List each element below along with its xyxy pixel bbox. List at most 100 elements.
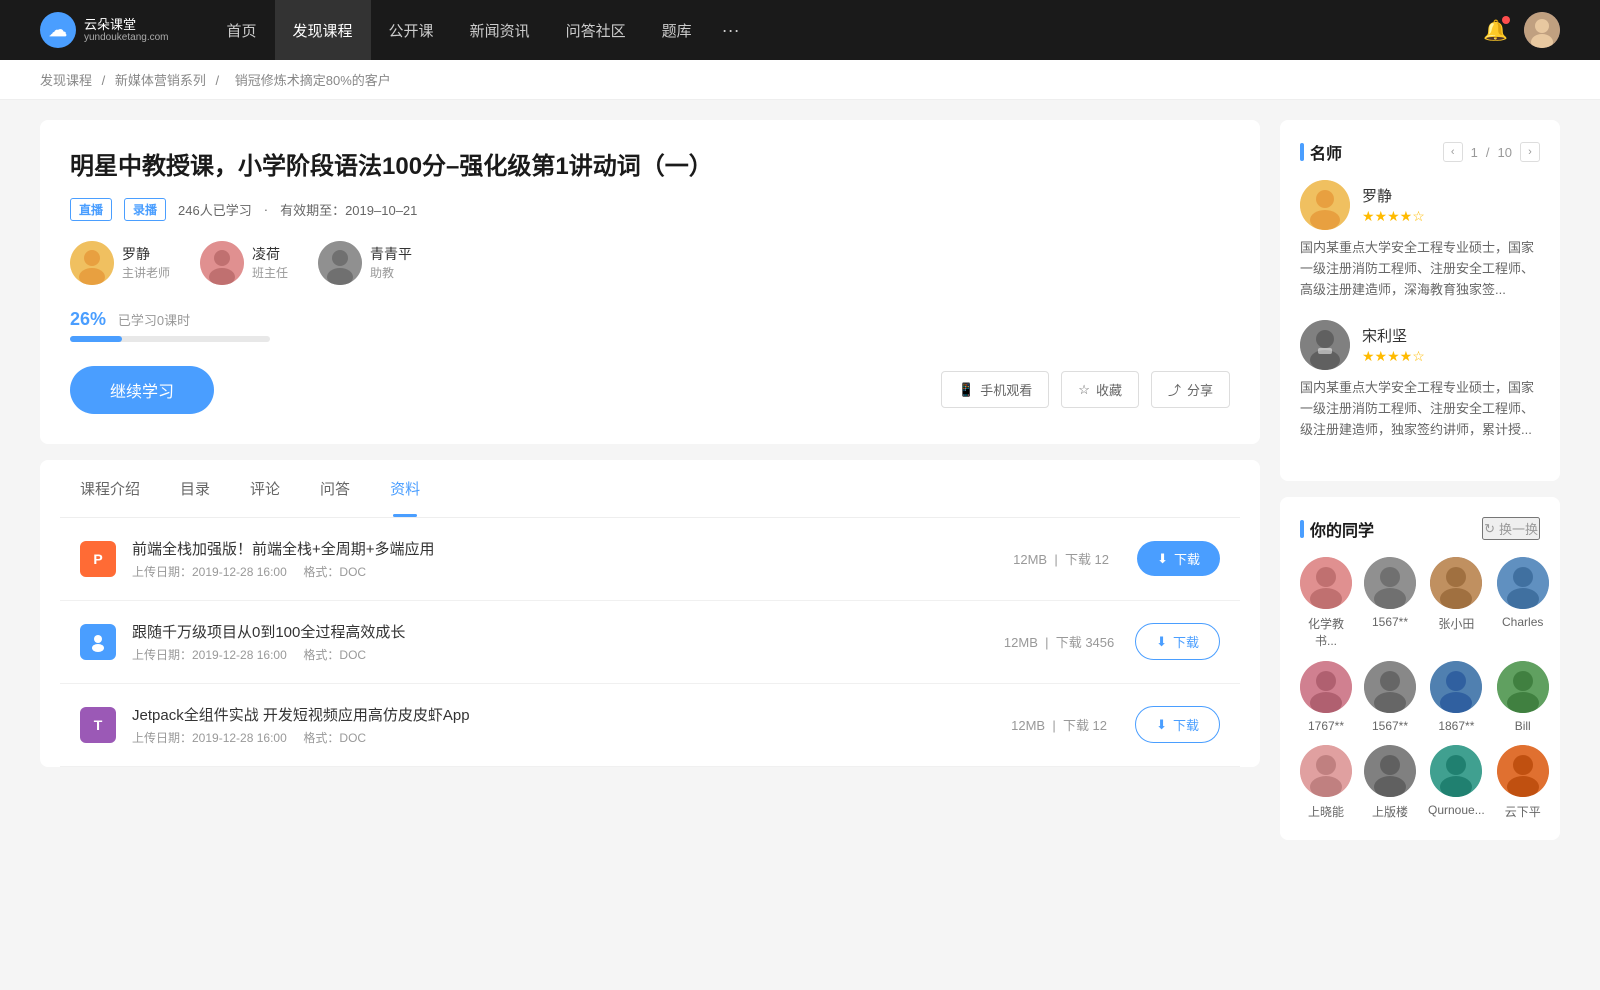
student-8-name: 上晓能 — [1308, 803, 1344, 820]
breadcrumb: 发现课程 / 新媒体营销系列 / 销冠修炼术摘定80%的客户 — [0, 60, 1600, 100]
resource-name-2: Jetpack全组件实战 开发短视频应用高仿皮皮虾App — [132, 704, 983, 725]
student-10: Qurnoue... — [1428, 745, 1485, 820]
student-6: 1867** — [1428, 661, 1485, 733]
course-actions: 继续学习 📱 手机观看 ☆ 收藏 ⤴ 分享 — [70, 366, 1230, 414]
student-2-avatar — [1430, 557, 1482, 609]
star-icon: ☆ — [1078, 382, 1090, 398]
student-8-avatar — [1300, 745, 1352, 797]
students-count: 246人已学习 — [178, 200, 252, 219]
student-9: 上版楼 — [1364, 745, 1416, 820]
resource-size-2: 12MB | 下载 12 — [999, 715, 1119, 734]
course-title: 明星中教授课，小学阶段语法100分–强化级第1讲动词（一） — [70, 150, 1230, 184]
sidebar-teacher-1-stars: ★★★★☆ — [1362, 348, 1425, 365]
student-10-name: Qurnoue... — [1428, 803, 1485, 817]
tab-review[interactable]: 评论 — [230, 460, 300, 517]
action-btns: 📱 手机观看 ☆ 收藏 ⤴ 分享 — [941, 371, 1230, 408]
mobile-icon: 📱 — [958, 382, 974, 398]
student-5: 1567** — [1364, 661, 1416, 733]
logo[interactable]: ☁ 云朵课堂 yundouketang.com — [40, 12, 169, 48]
teacher-2-role: 助教 — [370, 264, 412, 281]
student-5-name: 1567** — [1372, 719, 1408, 733]
student-1-name: 1567** — [1372, 615, 1408, 629]
sidebar-teacher-0-desc: 国内某重点大学安全工程专业硕士，国家一级注册消防工程师、注册安全工程师、高级注册… — [1300, 238, 1540, 300]
student-11: 云下平 — [1497, 745, 1549, 820]
page-current: 1 — [1471, 145, 1478, 160]
teacher-1: 凌荷 班主任 — [200, 241, 288, 285]
resource-item: P 前端全栈加强版！前端全栈+全周期+多端应用 上传日期：2019-12-28 … — [60, 518, 1240, 601]
resource-name-0: 前端全栈加强版！前端全栈+全周期+多端应用 — [132, 538, 985, 559]
share-button[interactable]: ⤴ 分享 — [1151, 371, 1230, 408]
sidebar-teacher-0-name: 罗静 — [1362, 185, 1425, 206]
sidebar-teacher-1: 宋利坚 ★★★★☆ 国内某重点大学安全工程专业硕士，国家一级注册消防工程师、注册… — [1300, 320, 1540, 440]
student-0: 化学教书... — [1300, 557, 1352, 649]
tab-qa[interactable]: 问答 — [300, 460, 370, 517]
student-0-name: 化学教书... — [1300, 615, 1352, 649]
refresh-button[interactable]: ↻ 换一换 — [1482, 517, 1540, 540]
download-button-0[interactable]: ⬇ 下载 — [1137, 541, 1220, 576]
student-9-avatar — [1364, 745, 1416, 797]
user-avatar-nav[interactable] — [1524, 12, 1560, 48]
nav-home[interactable]: 首页 — [209, 0, 275, 60]
notification-bell[interactable]: 🔔 — [1483, 18, 1508, 43]
page-next-btn[interactable]: › — [1520, 142, 1540, 162]
download-button-1[interactable]: ⬇ 下载 — [1135, 623, 1220, 660]
student-3-name: Charles — [1502, 615, 1543, 629]
student-4-avatar — [1300, 661, 1352, 713]
student-4: 1767** — [1300, 661, 1352, 733]
student-6-name: 1867** — [1438, 719, 1474, 733]
students-grid: 化学教书... 1567** — [1300, 557, 1540, 820]
resource-list: P 前端全栈加强版！前端全栈+全周期+多端应用 上传日期：2019-12-28 … — [60, 518, 1240, 767]
nav-quiz[interactable]: 题库 — [644, 0, 710, 60]
left-panel: 明星中教授课，小学阶段语法100分–强化级第1讲动词（一） 直播 录播 246人… — [40, 120, 1260, 856]
resource-name-1: 跟随千万级项目从0到100全过程高效成长 — [132, 621, 983, 642]
tag-live: 直播 — [70, 198, 112, 221]
tab-catalog[interactable]: 目录 — [160, 460, 230, 517]
nav-qa[interactable]: 问答社区 — [548, 0, 644, 60]
navbar: ☁ 云朵课堂 yundouketang.com 首页 发现课程 公开课 新闻资讯… — [0, 0, 1600, 60]
teacher-2-avatar — [318, 241, 362, 285]
download-button-2[interactable]: ⬇ 下载 — [1135, 706, 1220, 743]
resource-info-2: Jetpack全组件实战 开发短视频应用高仿皮皮虾App 上传日期：2019-1… — [132, 704, 983, 746]
progress-bar-fill — [70, 336, 122, 342]
student-10-avatar — [1430, 745, 1482, 797]
student-3-avatar — [1497, 557, 1549, 609]
page-prev-btn[interactable]: ‹ — [1443, 142, 1463, 162]
logo-name: 云朵课堂 — [84, 17, 169, 33]
teacher-1-role: 班主任 — [252, 264, 288, 281]
nav-discover[interactable]: 发现课程 — [275, 0, 371, 60]
student-0-avatar — [1300, 557, 1352, 609]
collect-button[interactable]: ☆ 收藏 — [1061, 371, 1139, 408]
nav-open[interactable]: 公开课 — [371, 0, 452, 60]
logo-text-block: 云朵课堂 yundouketang.com — [84, 17, 169, 44]
mobile-watch-button[interactable]: 📱 手机观看 — [941, 371, 1049, 408]
sidebar-teacher-1-header: 宋利坚 ★★★★☆ — [1300, 320, 1540, 370]
tab-resource[interactable]: 资料 — [370, 460, 440, 517]
students-sidebar-card: 你的同学 ↻ 换一换 — [1280, 497, 1560, 840]
nav-news[interactable]: 新闻资讯 — [452, 0, 548, 60]
resource-size-0: 12MB | 下载 12 — [1001, 549, 1121, 568]
resource-meta-0: 上传日期：2019-12-28 16:00 格式：DOC — [132, 563, 985, 580]
tabs-nav: 课程介绍 目录 评论 问答 资料 — [60, 460, 1240, 518]
student-11-avatar — [1497, 745, 1549, 797]
teacher-2: 青青平 助教 — [318, 241, 412, 285]
teacher-2-name: 青青平 — [370, 244, 412, 264]
right-sidebar: 名师 ‹ 1/10 › — [1280, 120, 1560, 856]
continue-button[interactable]: 继续学习 — [70, 366, 214, 414]
breadcrumb-series[interactable]: 新媒体营销系列 — [115, 73, 206, 88]
resource-size-1: 12MB | 下载 3456 — [999, 632, 1119, 651]
expire-date: 有效期至：2019–10–21 — [280, 200, 417, 219]
breadcrumb-current: 销冠修炼术摘定80%的客户 — [235, 73, 391, 88]
main-wrapper: 明星中教授课，小学阶段语法100分–强化级第1讲动词（一） 直播 录播 246人… — [0, 100, 1600, 876]
teacher-0-role: 主讲老师 — [122, 264, 170, 281]
sidebar-teacher-1-name: 宋利坚 — [1362, 325, 1425, 346]
progress-pct: 26% — [70, 309, 106, 329]
logo-icon: ☁ — [40, 12, 76, 48]
tabs-card: 课程介绍 目录 评论 问答 资料 P 前端全栈加强版！前端全栈+全周期+多端应用… — [40, 460, 1260, 767]
student-5-avatar — [1364, 661, 1416, 713]
nav-more[interactable]: ··· — [710, 0, 752, 60]
tab-intro[interactable]: 课程介绍 — [60, 460, 160, 517]
student-9-name: 上版楼 — [1372, 803, 1408, 820]
students-sidebar-title: 你的同学 ↻ 换一换 — [1300, 517, 1540, 541]
breadcrumb-discover[interactable]: 发现课程 — [40, 73, 92, 88]
nav-items: 首页 发现课程 公开课 新闻资讯 问答社区 题库 ··· — [209, 0, 1484, 60]
